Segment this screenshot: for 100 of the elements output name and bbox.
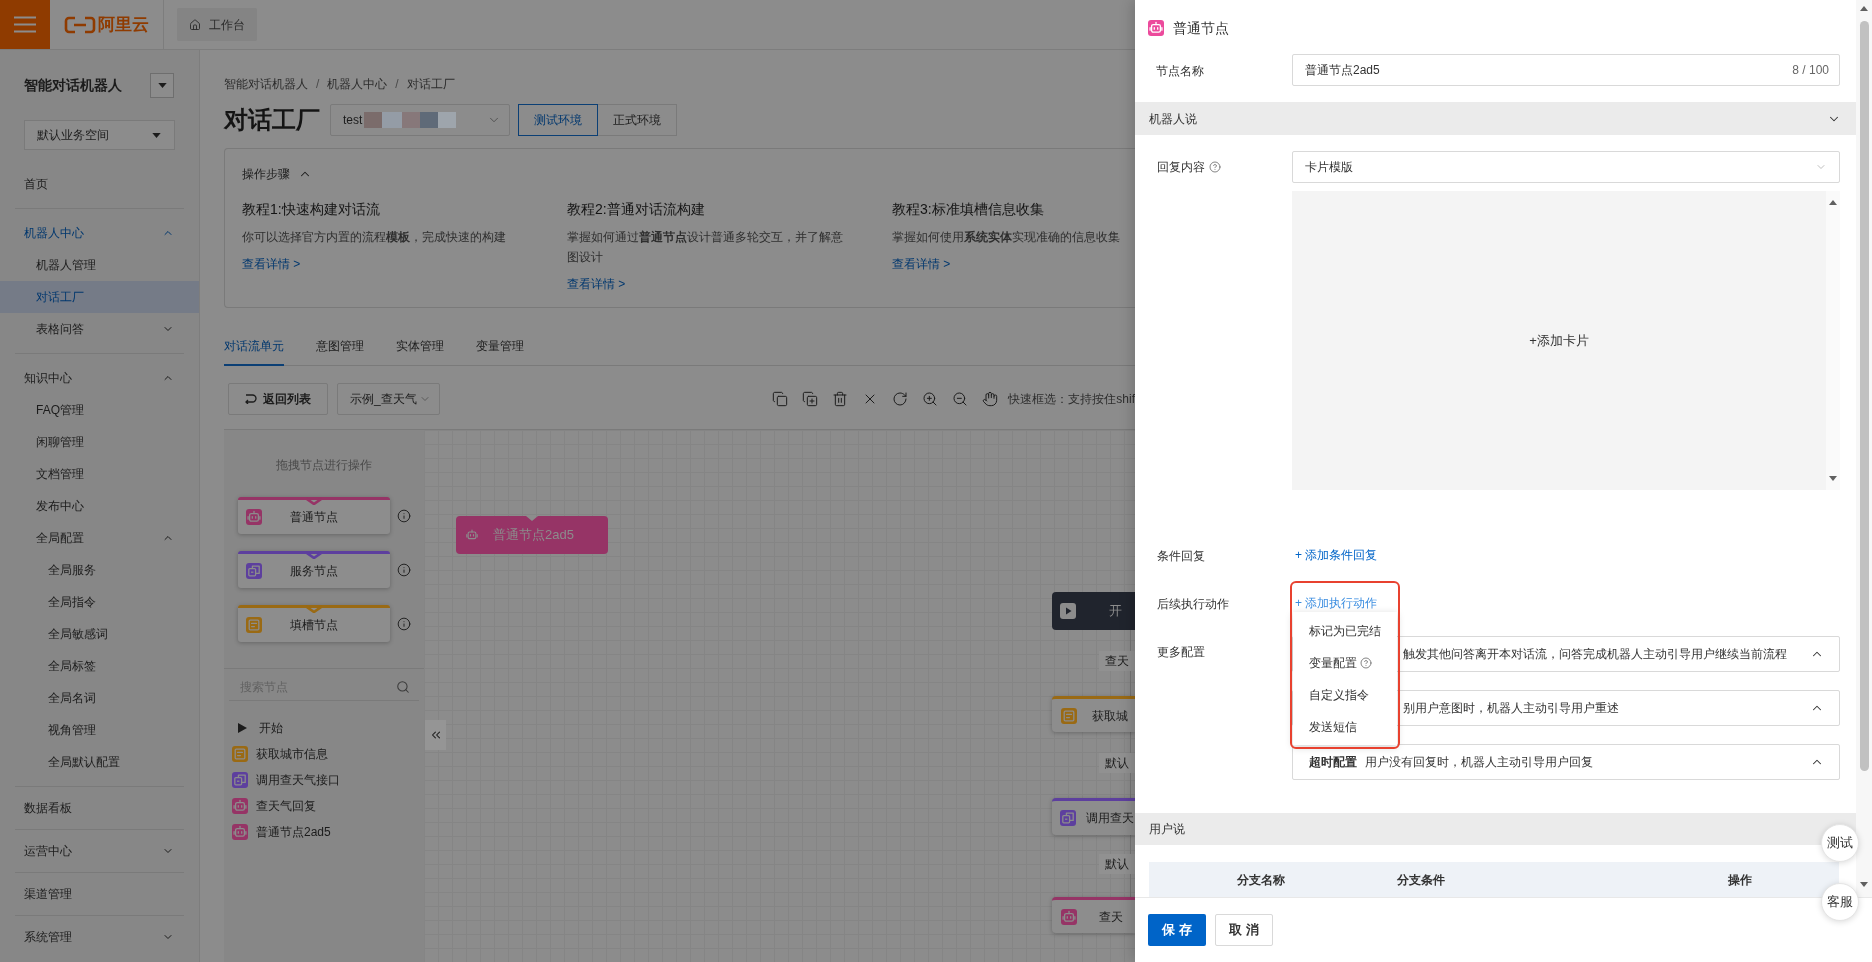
menu-icon [14,16,36,33]
menu-item[interactable]: 发送短信 [1293,711,1397,743]
nav-item[interactable]: 全局默认配置 [0,746,199,778]
section-header[interactable]: 机器人说 [1135,102,1856,135]
zoom-in-icon[interactable] [922,391,939,407]
nav-item[interactable]: 首页 [0,168,199,200]
info-icon[interactable] [397,562,411,577]
tutorial-link[interactable]: 查看详情 > [242,257,301,271]
trash-icon[interactable] [832,391,849,407]
environment-tab[interactable]: 正式环境 [597,104,677,136]
nav-item[interactable]: 机器人中心 [0,217,199,249]
flow-select[interactable]: 示例_查天气 [337,383,440,415]
nav-item[interactable]: 知识中心 [0,362,199,394]
nav-item[interactable]: 全局指令 [0,586,199,618]
cancel-button[interactable]: 取消 [1215,914,1273,946]
add-condition-link[interactable]: + 添加条件回复 [1295,546,1378,564]
scroll-down-arrow-icon [1829,476,1837,481]
field-label: 节点名称 [1156,64,1204,78]
nav-item[interactable]: FAQ管理 [0,394,199,426]
bot-select[interactable]: test [330,104,510,136]
nav-item[interactable]: 全局服务 [0,554,199,586]
panel-title: 超时配置 [1309,754,1357,771]
tab[interactable]: 意图管理 [316,327,364,366]
flow-node[interactable]: 开 [1052,592,1135,630]
nav-item[interactable]: 运营中心 [0,835,199,867]
zoom-out-icon[interactable] [952,391,969,407]
breadcrumb-link[interactable]: 机器人中心 [327,75,388,93]
panel-description: 用户没有回复时，机器人主动引导用户回复 [1365,754,1593,771]
flow-node[interactable]: 调用查天 [1052,798,1135,835]
tree-item[interactable]: 开始 [224,715,424,741]
info-icon[interactable] [397,616,411,631]
nav-item[interactable]: 数据看板 [0,792,199,824]
breadcrumb-link[interactable]: 智能对话机器人 [224,75,308,93]
menu-button[interactable] [0,0,50,49]
nav-tab[interactable]: 工作台 [177,8,257,41]
node-card[interactable]: 填槽节点 [238,605,390,642]
tree-item[interactable]: 调用查天气接口 [224,767,424,793]
flow-node[interactable]: 获取城 [1052,696,1135,732]
tree-item[interactable]: 普通节点2ad5 [224,819,424,845]
tutorial-link[interactable]: 查看详情 > [567,277,626,291]
nav-item[interactable]: 闲聊管理 [0,426,199,458]
edge-label: 默认 [1099,753,1135,773]
home-icon [189,18,201,31]
tutorial-link[interactable]: 查看详情 > [892,257,951,271]
drawer-title: 普通节点 [1173,18,1229,38]
menu-item[interactable]: 标记为已完结 [1293,615,1397,647]
play-icon [1060,603,1076,619]
nav-item[interactable]: 对话工厂 [0,281,199,313]
environment-tab[interactable]: 测试环境 [518,104,598,136]
flow-node[interactable]: 查天 [1052,897,1135,933]
nav-item[interactable]: 发布中心 [0,490,199,522]
column-header: 分支名称 [1237,872,1285,887]
nav-item[interactable]: 全局标签 [0,650,199,682]
dropdown-button[interactable] [150,72,174,98]
rotate-icon[interactable] [892,391,909,407]
nav-item[interactable]: 渠道管理 [0,878,199,910]
caret-down-icon [152,132,161,138]
notch-icon [306,497,322,505]
notch-icon [306,551,322,559]
nav-item[interactable]: 全局配置 [0,522,199,554]
tree-item[interactable]: 获取城市信息 [224,741,424,767]
breadcrumb-current: 对话工厂 [406,76,455,93]
help-icon[interactable] [1360,657,1372,669]
column-header: 分支条件 [1397,872,1445,887]
menu-item[interactable]: 自定义指令 [1293,679,1397,711]
nav-item[interactable]: 全局名词 [0,682,199,714]
node-card[interactable]: 服务节点 [238,551,390,588]
support-button[interactable]: 客服 [1821,883,1859,921]
nav-item[interactable]: 表格问答 [0,313,199,345]
tab[interactable]: 实体管理 [396,327,444,366]
guide-title: 操作步骤 [242,166,290,183]
reply-type-select[interactable]: 卡片模版 [1292,151,1840,183]
tree-item[interactable]: 查天气回复 [224,793,424,819]
add-action-link[interactable]: + 添加执行动作 [1295,594,1378,612]
info-icon[interactable] [397,508,411,523]
node-card[interactable]: 普通节点 [238,497,390,534]
save-button[interactable]: 保存 [1148,914,1206,946]
menu-item[interactable]: 变量配置 [1293,647,1397,679]
nav-item[interactable]: 机器人管理 [0,249,199,281]
search-icon[interactable] [396,680,410,694]
nav-item[interactable]: 视角管理 [0,714,199,746]
scrollbar-thumb[interactable] [1859,21,1869,771]
breadcrumb-separator: / [316,76,320,93]
add-card-button[interactable]: +添加卡片 [1529,330,1589,351]
product-title: 智能对话机器人 [24,75,122,95]
collapse-button[interactable] [425,720,446,750]
breadcrumb-separator: / [395,76,399,93]
tab[interactable]: 变量管理 [476,327,524,366]
hand-icon[interactable] [982,391,999,407]
workspace-select[interactable]: 默认业务空间 [24,120,175,150]
scroll-up-arrow-icon [1860,6,1868,11]
help-icon[interactable] [1209,161,1221,173]
nav-item[interactable]: 文档管理 [0,458,199,490]
copy-plus-icon[interactable] [802,391,819,407]
nav-item[interactable]: 全局敏感词 [0,618,199,650]
copy-icon[interactable] [772,391,789,407]
tab[interactable]: 对话流单元 [224,327,284,366]
tutorial-title: 教程3:标准填槽信息收集 [892,200,1044,219]
nav-item[interactable]: 系统管理 [0,921,199,953]
back-button[interactable]: 返回列表 [228,383,328,415]
